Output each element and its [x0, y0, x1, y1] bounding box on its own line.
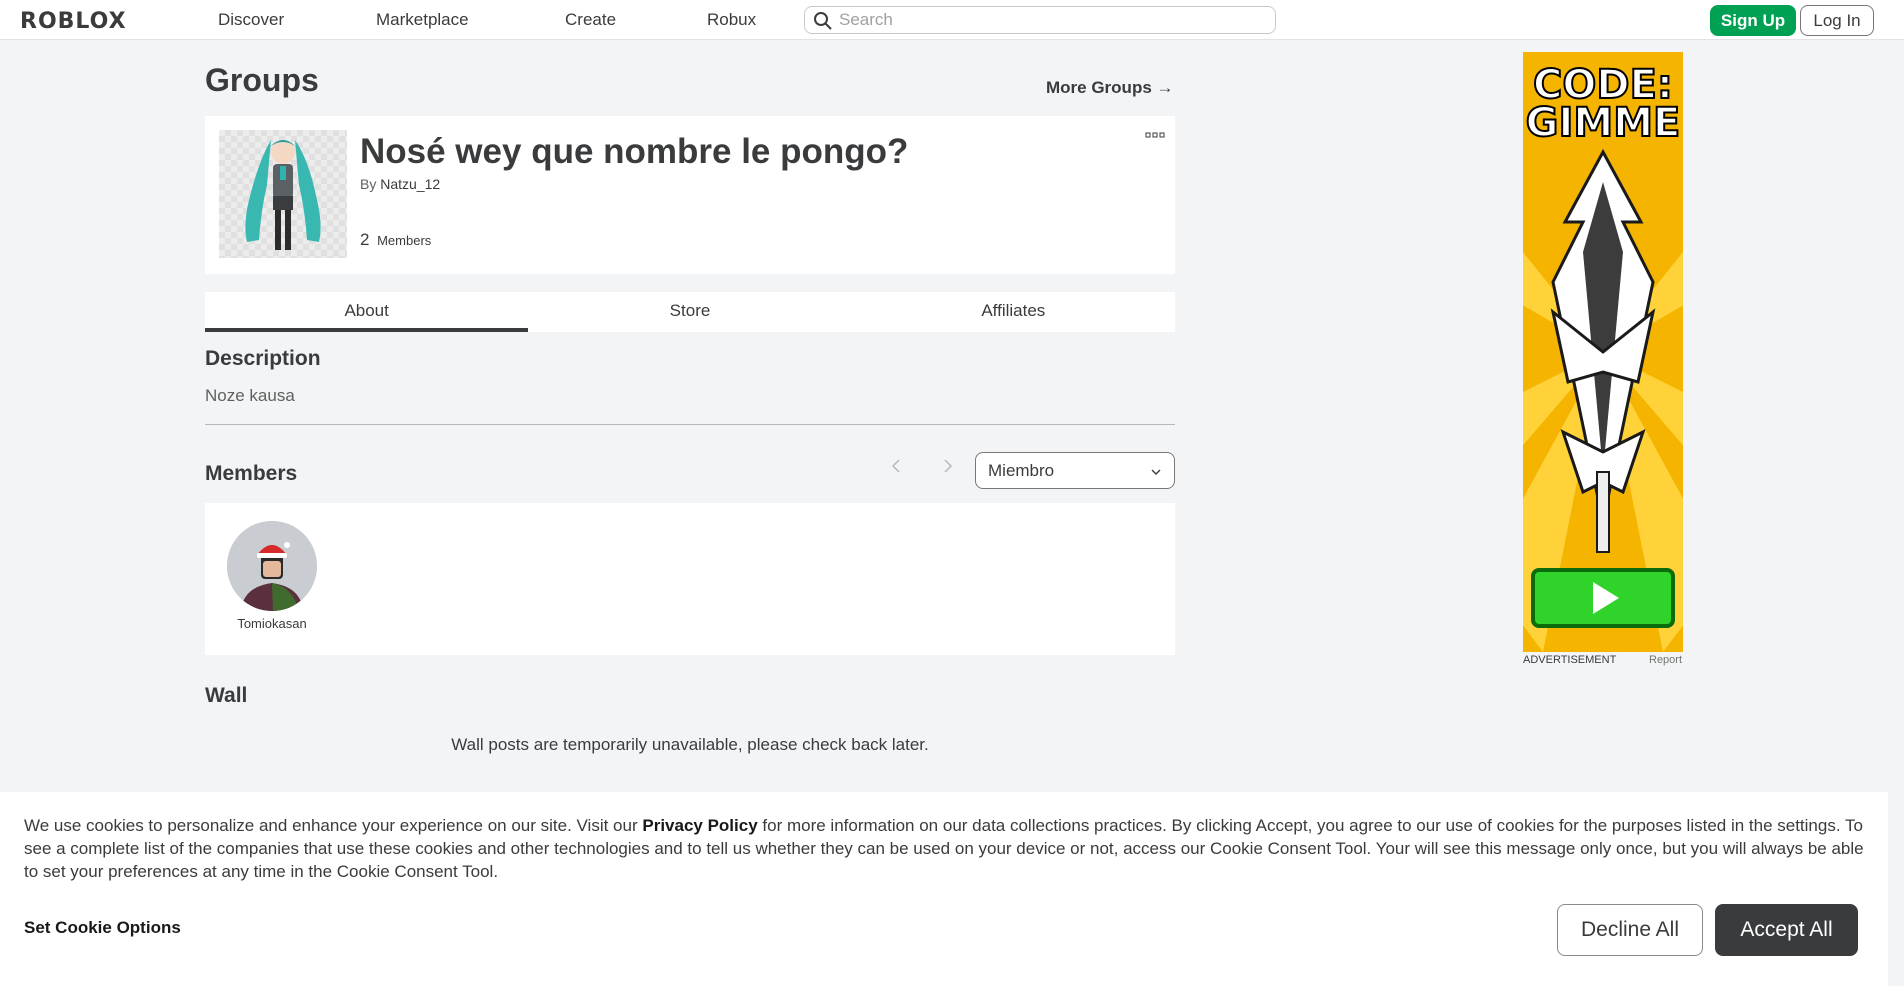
log-in-button[interactable]: Log In — [1800, 5, 1874, 36]
members-list: Tomiokasan — [205, 503, 1175, 655]
advertisement-banner[interactable]: CODE: GIMME — [1523, 52, 1683, 652]
sign-up-button[interactable]: Sign Up — [1710, 5, 1796, 36]
accept-all-button[interactable]: Accept All — [1715, 904, 1858, 956]
role-dropdown-value: Miembro — [988, 461, 1055, 480]
chevron-left-icon[interactable] — [888, 458, 904, 474]
member-name[interactable]: Tomiokasan — [213, 616, 331, 631]
group-emblem-image — [219, 130, 347, 258]
more-options-icon[interactable] — [1145, 130, 1165, 140]
group-tabs: About Store Affiliates — [205, 292, 1175, 332]
ad-headline-2: GIMME — [1526, 100, 1681, 146]
page-scrollbar[interactable] — [1888, 40, 1904, 986]
search-icon[interactable] — [813, 11, 833, 31]
more-groups-link[interactable]: More Groups → — [1046, 78, 1174, 98]
member-avatar[interactable] — [227, 521, 317, 611]
nav-marketplace[interactable]: Marketplace — [376, 10, 469, 30]
group-emblem-figure — [245, 140, 321, 250]
chevron-down-icon — [1151, 469, 1161, 475]
tab-store[interactable]: Store — [528, 292, 851, 332]
nav-create[interactable]: Create — [565, 10, 616, 30]
roblox-logo[interactable]: ROBLOX — [20, 9, 127, 34]
role-dropdown[interactable]: Miembro — [975, 452, 1175, 489]
members-heading: Members — [205, 462, 298, 485]
description-heading: Description — [205, 347, 321, 370]
cookie-consent-text: We use cookies to personalize and enhanc… — [24, 814, 1874, 883]
group-member-count: 2 Members — [360, 230, 431, 250]
cookie-consent-banner: We use cookies to personalize and enhanc… — [0, 792, 1888, 986]
search-box — [804, 6, 1276, 34]
ad-artwork: CODE: GIMME — [1523, 52, 1683, 652]
cookie-text-part-1: We use cookies to personalize and enhanc… — [24, 816, 643, 835]
page-title: Groups — [205, 62, 319, 98]
top-navigation-bar: ROBLOX Discover Marketplace Create Robux… — [0, 0, 1904, 40]
privacy-policy-link[interactable]: Privacy Policy — [642, 816, 757, 835]
nav-robux[interactable]: Robux — [707, 10, 756, 30]
section-divider — [205, 424, 1175, 425]
decline-all-button[interactable]: Decline All — [1557, 904, 1703, 956]
wall-heading: Wall — [205, 684, 248, 707]
set-cookie-options-link[interactable]: Set Cookie Options — [24, 918, 181, 938]
wall-unavailable-message: Wall posts are temporarily unavailable, … — [451, 735, 929, 754]
chevron-right-icon[interactable] — [940, 458, 956, 474]
advertisement-label: ADVERTISEMENT — [1523, 654, 1617, 666]
description-text: Noze kausa — [205, 386, 295, 405]
group-owner-line: By Natzu_12 — [360, 176, 440, 192]
member-count-label: Members — [377, 233, 432, 248]
group-owner-link[interactable]: Natzu_12 — [380, 176, 440, 192]
search-input[interactable] — [839, 9, 1259, 31]
avatar-figure — [227, 521, 317, 611]
member-count-value: 2 — [360, 230, 370, 249]
ad-report-link[interactable]: Report — [1649, 654, 1682, 666]
group-header-card: Nosé wey que nombre le pongo? By Natzu_1… — [205, 116, 1175, 274]
group-name: Nosé wey que nombre le pongo? — [360, 132, 909, 171]
tab-affiliates[interactable]: Affiliates — [852, 292, 1175, 332]
by-label: By — [360, 176, 377, 192]
nav-discover[interactable]: Discover — [218, 10, 284, 30]
tab-about[interactable]: About — [205, 292, 529, 332]
